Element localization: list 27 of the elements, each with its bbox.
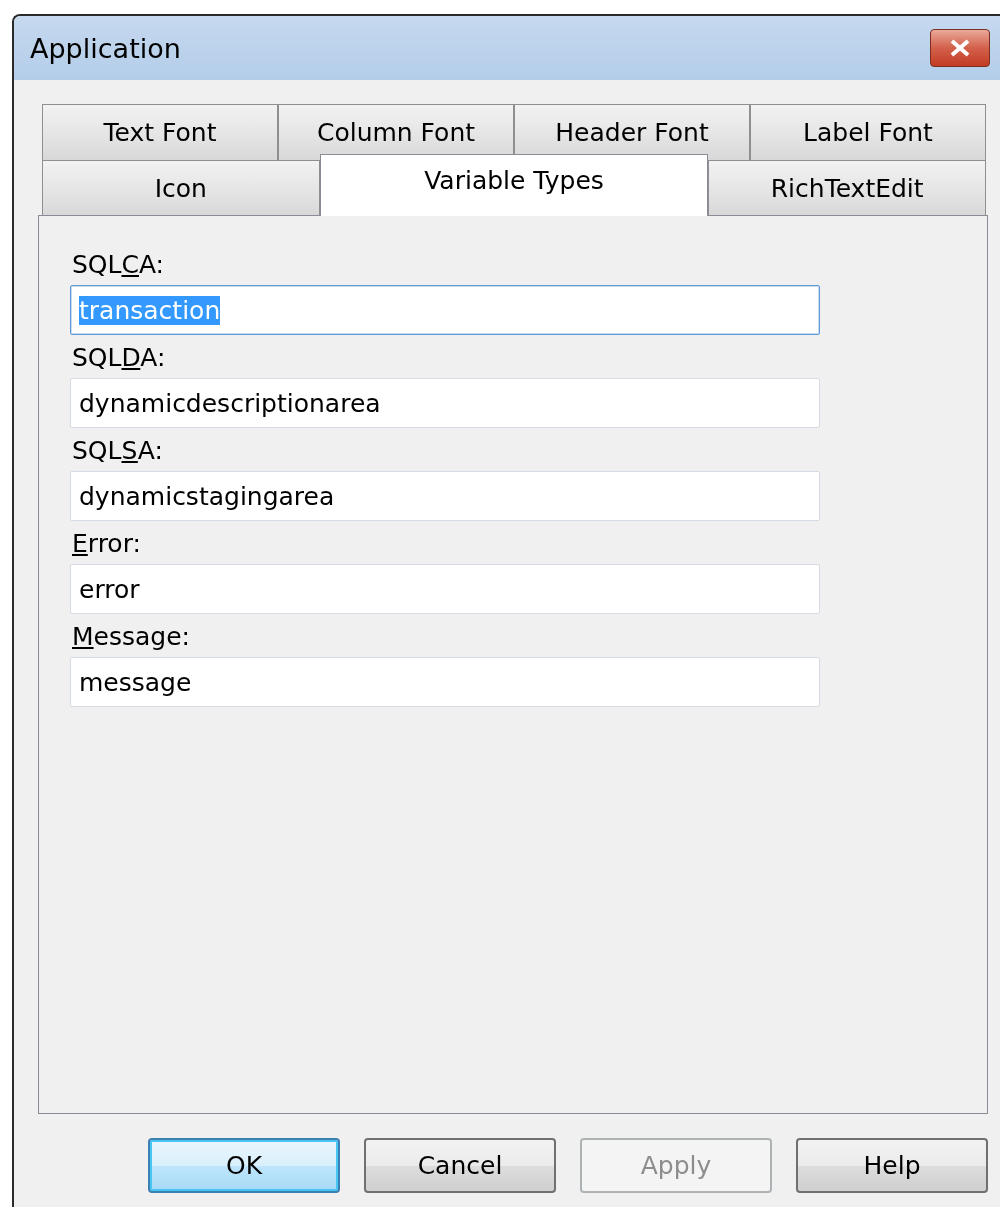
- dialog-button[interactable]: Cancel: [364, 1138, 556, 1193]
- tab[interactable]: Variable Types: [319, 154, 709, 216]
- window-title: Application: [30, 32, 181, 64]
- field-label: SQLDA:: [72, 343, 166, 372]
- tab[interactable]: Header Font: [514, 104, 750, 160]
- tab[interactable]: Label Font: [750, 104, 986, 160]
- field-label: SQLCA:: [72, 250, 165, 279]
- input-field[interactable]: error: [70, 564, 820, 614]
- input-field[interactable]: message: [70, 657, 820, 707]
- field-label: Error:: [72, 529, 141, 558]
- field-value: transaction: [79, 295, 221, 325]
- field-value: dynamicstagingarea: [79, 481, 335, 511]
- close-button[interactable]: [930, 29, 990, 67]
- field-value: message: [79, 667, 192, 697]
- close-icon: [948, 38, 972, 58]
- field-label: Message:: [72, 622, 190, 651]
- field-value: error: [79, 574, 140, 604]
- tab[interactable]: Text Font: [42, 104, 278, 160]
- input-field[interactable]: dynamicdescriptionarea: [70, 378, 820, 428]
- tab[interactable]: Column Font: [278, 104, 514, 160]
- dialog-button[interactable]: Help: [796, 1138, 988, 1193]
- tab[interactable]: Icon: [42, 160, 320, 216]
- field-value: dynamicdescriptionarea: [79, 388, 381, 418]
- field-label: SQLSA:: [72, 436, 163, 465]
- input-field[interactable]: dynamicstagingarea: [70, 471, 820, 521]
- tab[interactable]: RichTextEdit: [708, 160, 986, 216]
- dialog-button[interactable]: OK: [148, 1138, 340, 1193]
